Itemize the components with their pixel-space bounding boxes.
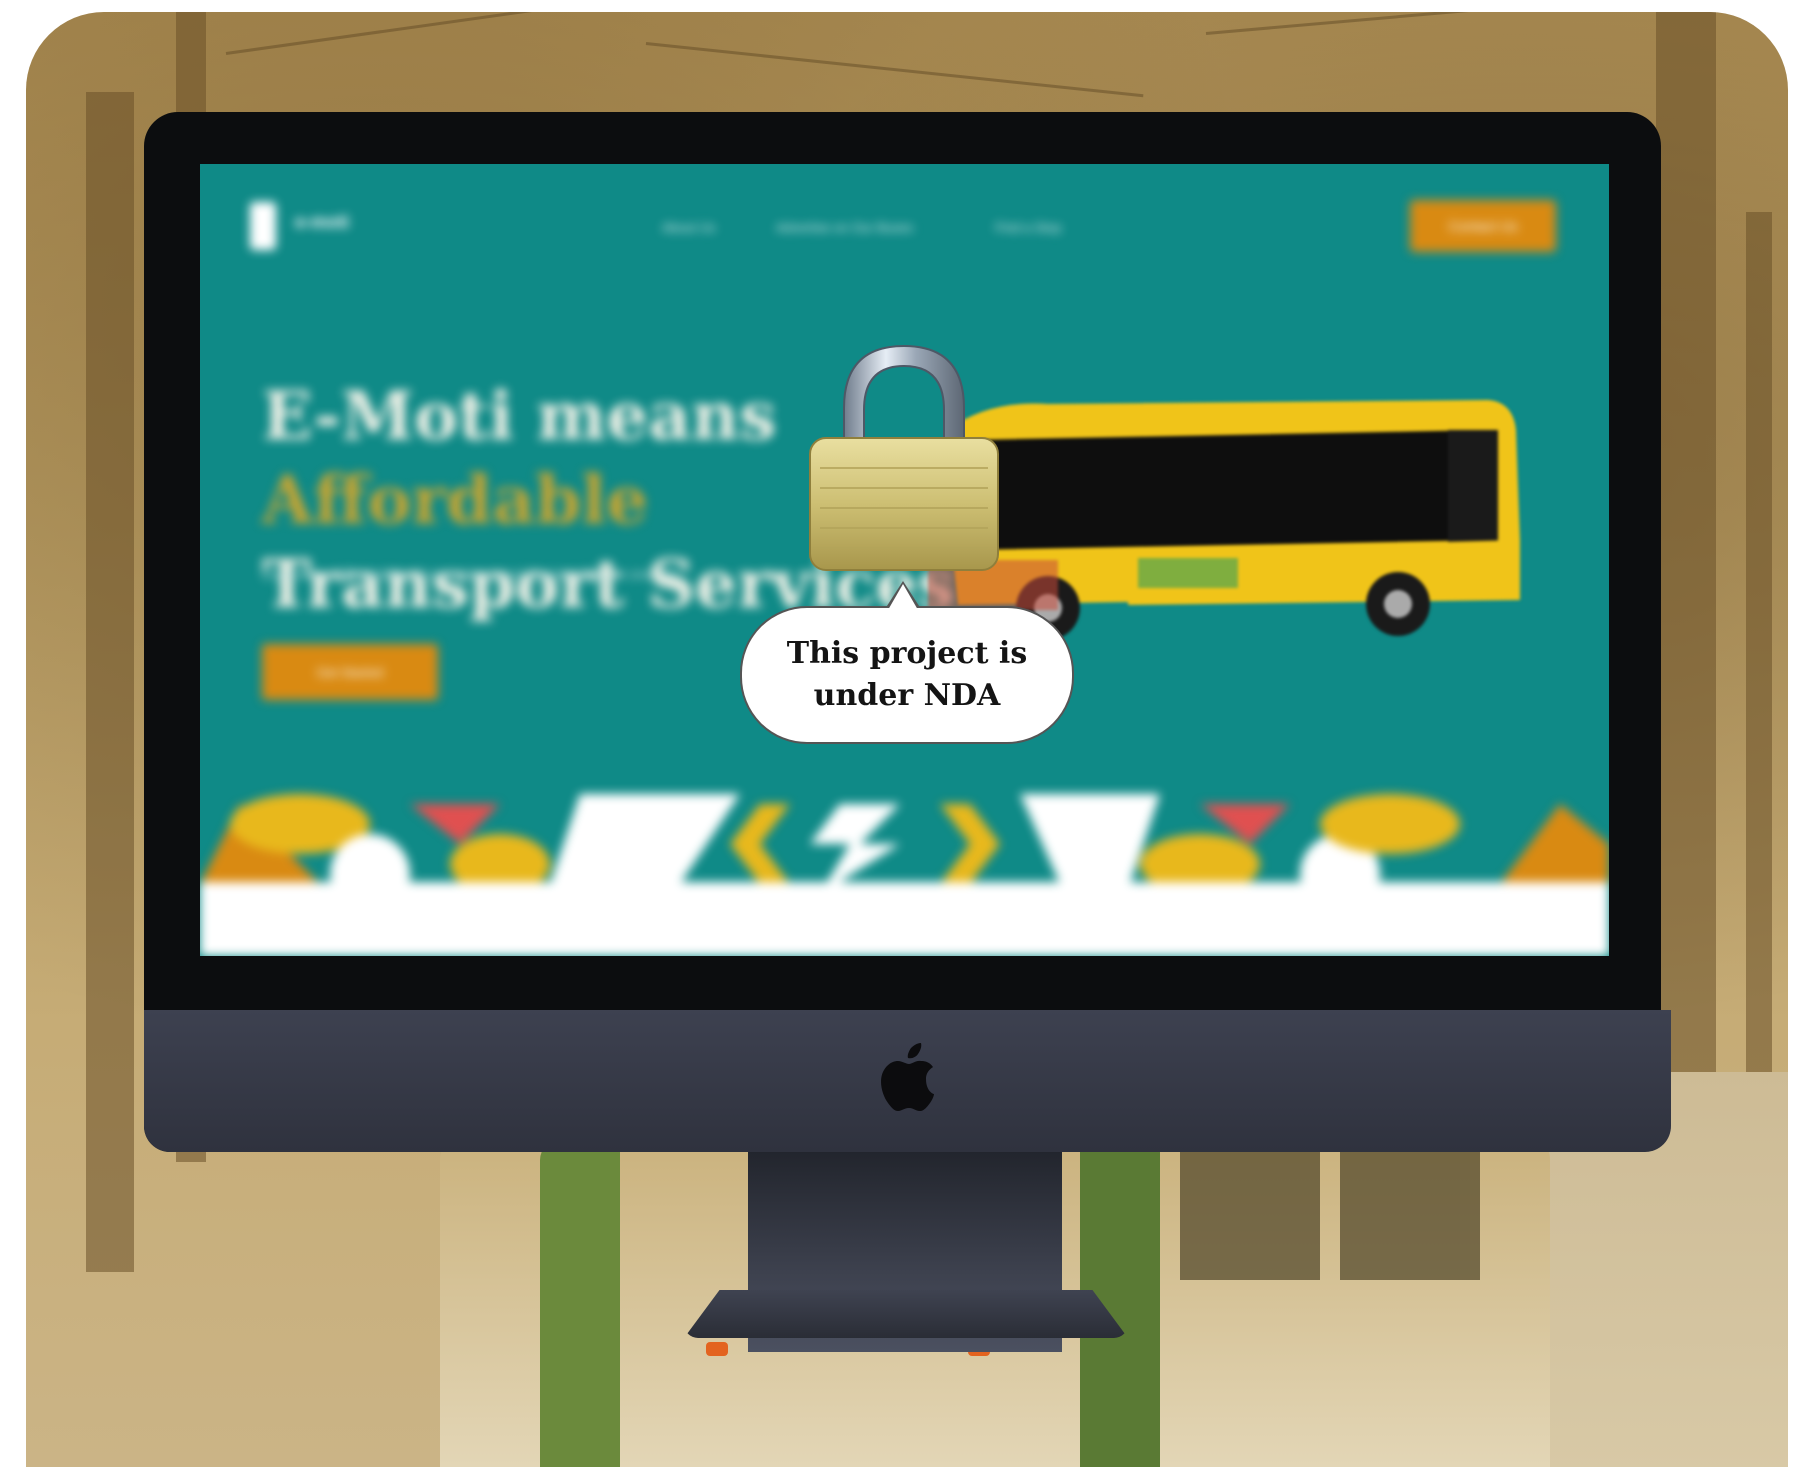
imac-stand-foot — [684, 1290, 1128, 1338]
nav-cta-button: Contact Us — [1410, 200, 1556, 252]
tram-window — [1180, 1150, 1320, 1280]
tram-window — [1340, 1150, 1480, 1280]
nav-link-advertise: Advertise on Our Buses — [776, 220, 914, 235]
decorative-pattern — [200, 794, 1609, 884]
tree-branch — [225, 12, 603, 55]
section-divider — [200, 882, 1609, 956]
tram-light — [706, 1342, 728, 1356]
tree-trunk — [86, 92, 134, 1272]
hero-title-line1: E-Moti means — [262, 377, 777, 455]
nav-link-about: About Us — [662, 220, 716, 235]
site-logo — [250, 202, 276, 250]
apple-logo-icon — [876, 1040, 940, 1114]
nda-text-line2: under NDA — [813, 678, 1001, 713]
hero-subtitle: Experience Affordability, Convenience an… — [262, 566, 684, 582]
nda-text-line1: This project is — [786, 636, 1028, 671]
nav-link-stop: Find a Stop — [995, 220, 1062, 235]
nda-speech-bubble: This project is under NDA — [740, 606, 1074, 744]
hero-title-accent: Affordable — [262, 461, 649, 539]
lock-icon — [809, 344, 999, 571]
tree-branch — [1205, 12, 1625, 35]
tree-trunk — [1746, 212, 1772, 1212]
tree-branch — [645, 42, 1144, 98]
tram-stripe — [540, 1140, 620, 1467]
hero-button: Get Started — [262, 644, 438, 700]
site-brand: e-moti — [295, 212, 349, 232]
